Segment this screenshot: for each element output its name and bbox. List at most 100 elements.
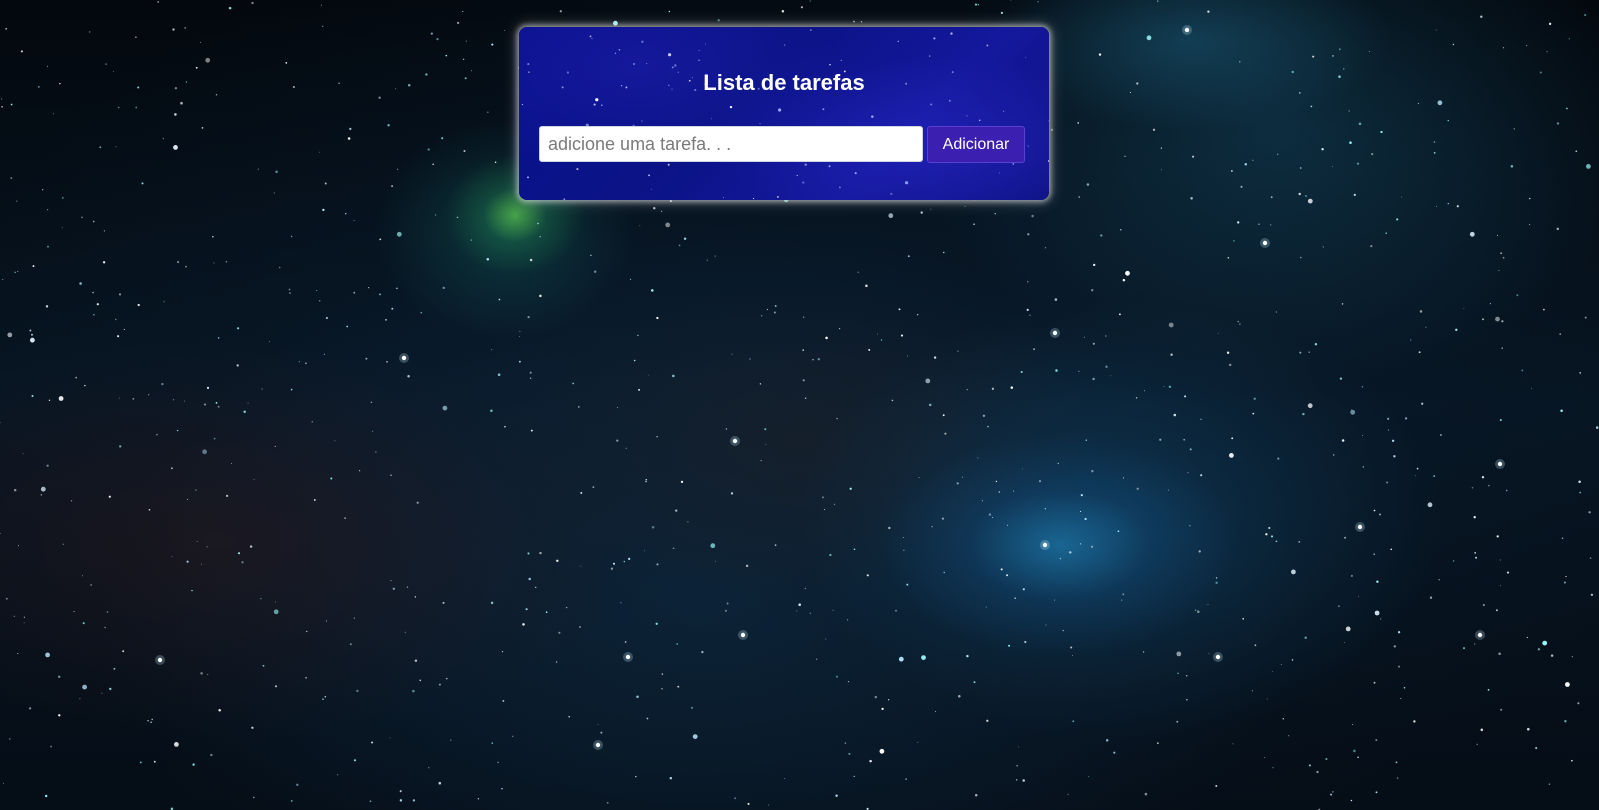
star [1506, 571, 1510, 574]
star [201, 127, 204, 129]
star [1332, 454, 1335, 456]
star [943, 251, 945, 254]
star [1271, 670, 1273, 672]
star [50, 745, 53, 748]
star [866, 574, 869, 577]
star [804, 163, 807, 166]
star [998, 491, 1001, 493]
star [1173, 413, 1177, 417]
star [648, 174, 651, 177]
star [1124, 155, 1126, 158]
star [1010, 386, 1014, 389]
star [504, 425, 506, 428]
star [832, 609, 834, 611]
star [576, 168, 579, 171]
add-task-button[interactable]: Adicionar [927, 126, 1025, 163]
star [933, 37, 936, 40]
star [678, 244, 681, 247]
star [1473, 516, 1476, 519]
star [1006, 574, 1009, 577]
star [1085, 439, 1087, 441]
star [442, 601, 445, 604]
star [676, 643, 678, 645]
star [344, 517, 346, 519]
star [44, 794, 48, 798]
star [559, 10, 562, 13]
star [1044, 507, 1047, 510]
star [1299, 351, 1302, 354]
star [1122, 593, 1125, 596]
star [966, 388, 968, 391]
star [556, 559, 559, 563]
star [522, 623, 525, 626]
star [119, 397, 121, 399]
star [512, 735, 514, 737]
star [715, 560, 717, 562]
star [802, 349, 805, 351]
star [324, 182, 327, 185]
star [1419, 310, 1423, 313]
star [1233, 240, 1235, 242]
star [796, 174, 798, 177]
star [999, 172, 1001, 174]
star [1447, 120, 1449, 122]
star [47, 209, 49, 211]
star [251, 1, 254, 5]
star [23, 622, 25, 624]
star [1252, 159, 1254, 161]
star [717, 19, 720, 22]
star [494, 161, 497, 163]
star [829, 553, 832, 557]
star [1080, 510, 1082, 512]
star [491, 349, 493, 351]
star [1013, 490, 1015, 492]
star [442, 405, 448, 411]
star [958, 695, 961, 698]
star [445, 677, 448, 680]
star [1498, 269, 1500, 271]
star [734, 797, 737, 800]
star [1351, 409, 1353, 411]
star [1016, 765, 1018, 767]
star [589, 35, 592, 38]
star [1033, 348, 1035, 351]
star [879, 748, 885, 754]
star [628, 557, 631, 561]
star [943, 571, 945, 574]
star [1502, 256, 1505, 259]
star [529, 258, 533, 262]
star [61, 227, 63, 228]
star [252, 796, 255, 799]
star [1014, 597, 1016, 599]
star [369, 800, 372, 803]
star [1427, 502, 1433, 508]
star [1368, 51, 1370, 52]
star [1168, 385, 1172, 388]
star [407, 375, 410, 378]
star [104, 626, 106, 629]
star [1083, 336, 1085, 338]
star [462, 10, 464, 12]
star [669, 777, 672, 780]
star [1403, 687, 1406, 689]
star [436, 37, 439, 41]
star [70, 500, 73, 502]
star [1018, 746, 1019, 748]
star [1093, 263, 1096, 267]
star [1215, 577, 1218, 579]
star [1452, 43, 1455, 46]
star [672, 374, 675, 378]
star [853, 548, 856, 551]
star [613, 20, 618, 26]
task-input[interactable] [539, 126, 923, 162]
star [646, 63, 648, 64]
star [600, 731, 603, 734]
star [349, 643, 352, 646]
star [1239, 323, 1241, 325]
star [82, 622, 85, 625]
star [150, 721, 152, 724]
star [948, 99, 951, 102]
star [319, 151, 321, 153]
star [871, 115, 874, 118]
star [840, 59, 842, 62]
